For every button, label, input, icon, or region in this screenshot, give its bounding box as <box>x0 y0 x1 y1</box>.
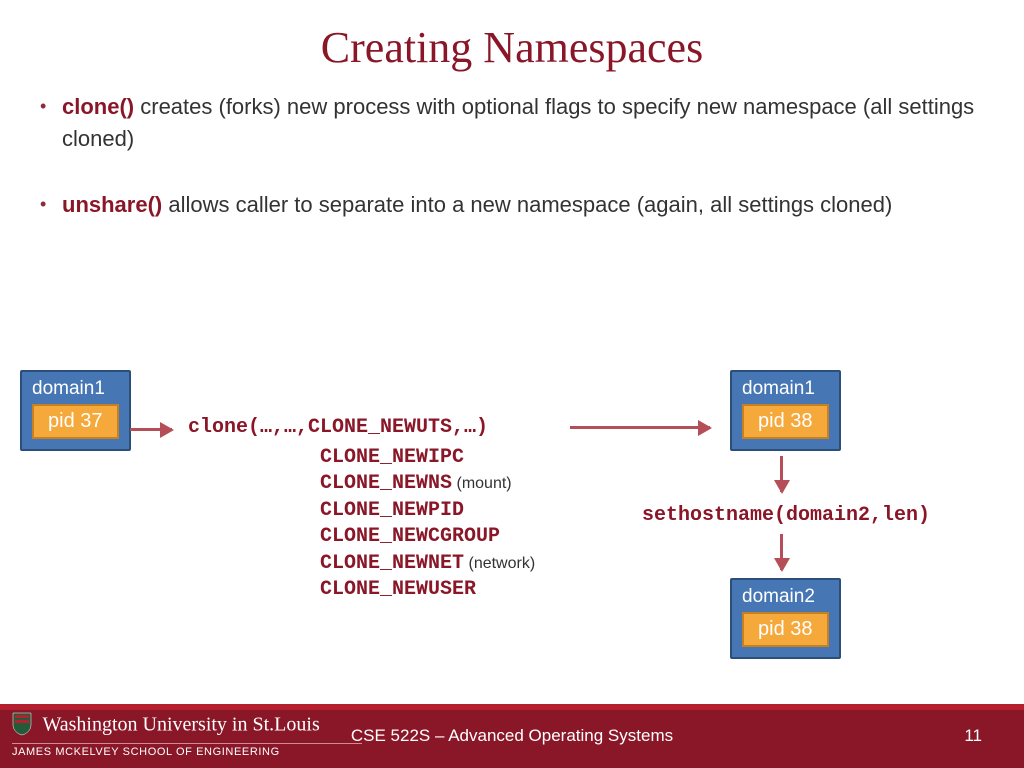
bullet-clone: clone() creates (forks) new process with… <box>34 91 990 155</box>
bullet-unshare-text: allows caller to separate into a new nam… <box>162 192 892 217</box>
flag-newcgroup: CLONE_NEWCGROUP <box>320 525 500 548</box>
flag-newpid: CLONE_NEWPID <box>320 499 464 522</box>
clone-call-text: clone(…,…,CLONE_NEWUTS,…) <box>188 416 488 439</box>
bullet-clone-text: creates (forks) new process with optiona… <box>62 94 974 151</box>
pid38-box-2: pid 38 <box>742 612 829 647</box>
flag-newuser: CLONE_NEWUSER <box>320 578 476 601</box>
flag-newns: CLONE_NEWNS <box>320 472 452 495</box>
domain2-label: domain2 <box>742 586 829 608</box>
domain1-label-2: domain1 <box>742 378 829 400</box>
arrow-sethost-to-domain2 <box>780 534 783 570</box>
arrow-pid37-to-clone <box>130 428 172 431</box>
page-number: 11 <box>964 726 982 746</box>
slide: { "title": "Creating Namespaces", "bulle… <box>0 0 1024 768</box>
clone-flags-list: CLONE_NEWIPC CLONE_NEWNS (mount) CLONE_N… <box>320 445 535 603</box>
domain1-label: domain1 <box>32 378 119 400</box>
flag-newns-note: (mount) <box>456 475 511 492</box>
course-title: CSE 522S – Advanced Operating Systems <box>0 726 1024 746</box>
keyword-clone: clone() <box>62 94 134 119</box>
flag-newnet-note: (network) <box>468 555 535 572</box>
pid37-box: pid 37 <box>32 404 119 439</box>
flag-newnet: CLONE_NEWNET <box>320 552 464 575</box>
footer-bar: Washington University in St.Louis JAMES … <box>0 704 1024 768</box>
school-name: JAMES MCKELVEY SCHOOL OF ENGINEERING <box>12 746 362 758</box>
domain-box-2: domain1 pid 38 <box>730 370 841 451</box>
pid38-box-1: pid 38 <box>742 404 829 439</box>
slide-title: Creating Namespaces <box>0 0 1024 73</box>
flag-newipc: CLONE_NEWIPC <box>320 446 464 469</box>
bullet-unshare: unshare() allows caller to separate into… <box>34 189 990 221</box>
clone-call: clone(…,…,CLONE_NEWUTS,…) <box>188 416 488 439</box>
diagram: domain1 pid 37 clone(…,…,CLONE_NEWUTS,…)… <box>0 370 1024 700</box>
footer-accent <box>0 704 1024 710</box>
sethostname-call: sethostname(domain2,len) <box>642 504 930 527</box>
domain-box-3: domain2 pid 38 <box>730 578 841 659</box>
arrow-clone-to-pid38 <box>570 426 710 429</box>
domain-box-1: domain1 pid 37 <box>20 370 131 451</box>
arrow-pid38-to-sethost <box>780 456 783 492</box>
slide-body: clone() creates (forks) new process with… <box>0 73 1024 221</box>
keyword-unshare: unshare() <box>62 192 162 217</box>
sethostname-text: sethostname(domain2,len) <box>642 504 930 527</box>
